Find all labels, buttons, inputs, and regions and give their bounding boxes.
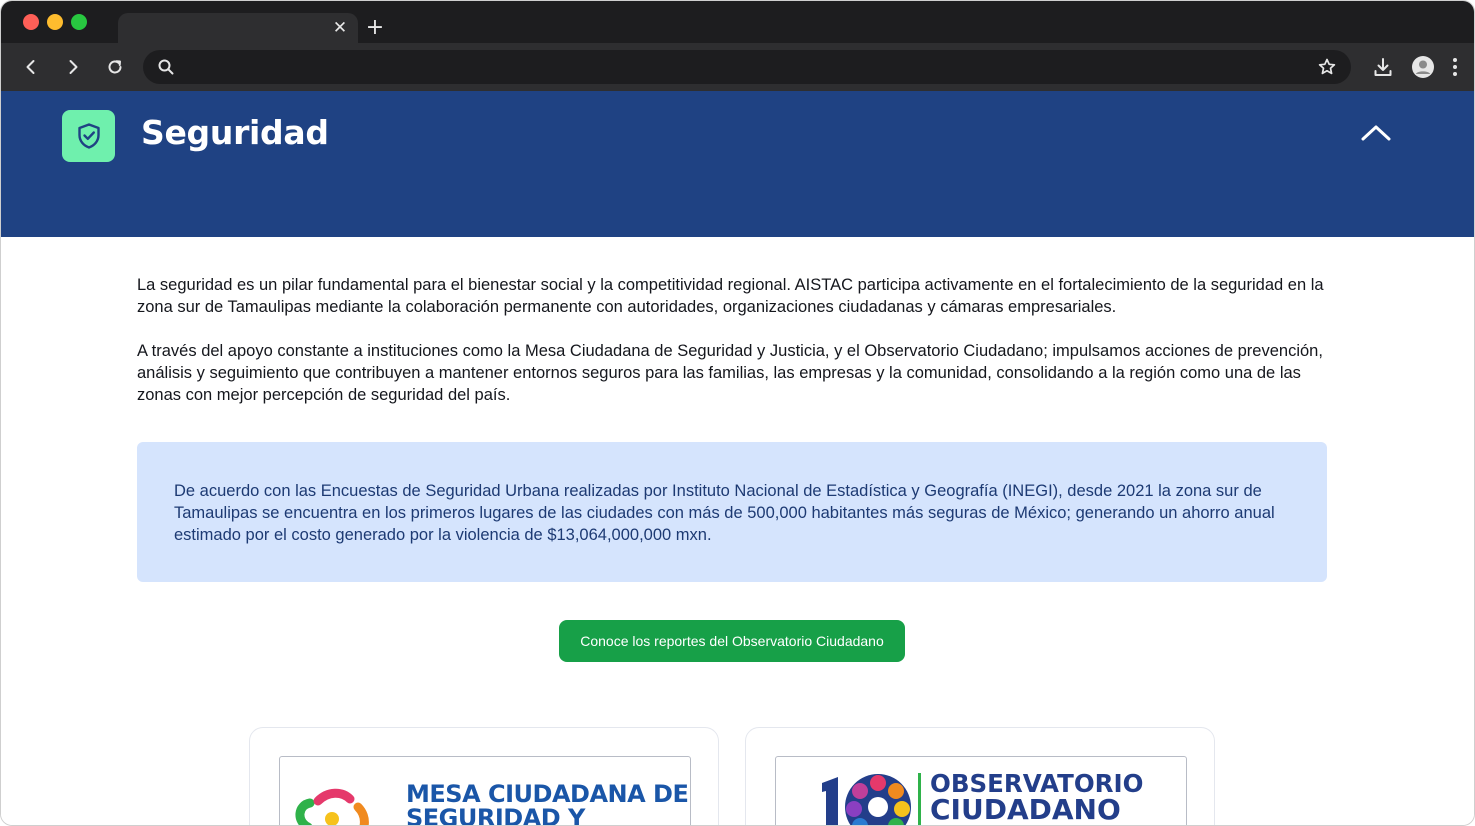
window-controls (23, 14, 87, 30)
back-icon (26, 60, 35, 74)
profile-button[interactable] (1411, 55, 1435, 79)
active-tab[interactable]: ✕ (118, 13, 358, 43)
observatorio-emblem-icon (822, 774, 911, 825)
web-page: Seguridad La seguridad es un pilar funda… (1, 91, 1474, 826)
forward-button[interactable] (61, 55, 85, 79)
inegi-callout: De acuerdo con las Encuestas de Segurida… (137, 442, 1327, 582)
reload-button[interactable] (103, 55, 127, 79)
browser-menu-button[interactable] (1443, 55, 1467, 79)
section-title: Seguridad (141, 113, 329, 152)
browser-toolbar (1, 43, 1474, 91)
mesa-logo-text: MESA CIUDADANA DE SEGURIDAD Y JUSTICIA (406, 780, 690, 826)
support-paragraph: A través del apoyo constante a instituci… (137, 342, 1323, 404)
menu-icon (1453, 58, 1457, 76)
forward-icon (69, 60, 78, 74)
observatorio-logo: OBSERVATORIO CIUDADANO (775, 756, 1187, 826)
download-icon (1374, 58, 1392, 76)
profile-icon (1412, 56, 1434, 78)
back-button[interactable] (19, 55, 43, 79)
section-header[interactable]: Seguridad (1, 91, 1474, 237)
people-circle-icon (295, 788, 369, 825)
browser-window: ✕ + Seguridad La seguridad es un pilar f… (0, 0, 1475, 826)
observatorio-card[interactable]: OBSERVATORIO CIUDADANO (745, 727, 1215, 826)
download-button[interactable] (1371, 55, 1395, 79)
mesa-ciudadana-card[interactable]: MESA CIUDADANA DE SEGURIDAD Y JUSTICIA (249, 727, 719, 826)
observatorio-reports-button[interactable]: Conoce los reportes del Observatorio Ciu… (559, 620, 905, 662)
intro-paragraph: La seguridad es un pilar fundamental par… (137, 276, 1324, 316)
close-window-button[interactable] (23, 14, 39, 30)
tab-close-icon[interactable]: ✕ (330, 18, 350, 38)
mesa-logo-line-1: MESA CIUDADANA DE (406, 780, 689, 808)
search-icon (157, 58, 175, 80)
new-tab-button[interactable]: + (363, 15, 387, 41)
mesa-ciudadana-logo: MESA CIUDADANA DE SEGURIDAD Y JUSTICIA (279, 756, 691, 826)
callout-text: De acuerdo con las Encuestas de Segurida… (174, 482, 1275, 544)
reload-icon (108, 60, 122, 74)
minimize-window-button[interactable] (47, 14, 63, 30)
maximize-window-button[interactable] (71, 14, 87, 30)
chevron-up-icon (1361, 125, 1391, 141)
tab-bar: ✕ + (1, 1, 1474, 43)
logo-divider (918, 773, 921, 825)
address-bar[interactable] (143, 50, 1351, 84)
observatorio-logo-text: OBSERVATORIO CIUDADANO (930, 771, 1143, 826)
shield-check-icon (62, 110, 115, 162)
observatorio-logo-line-2: CIUDADANO (930, 793, 1121, 826)
collapse-toggle-button[interactable] (1356, 119, 1396, 147)
bookmark-star-icon[interactable] (1317, 57, 1337, 81)
mesa-logo-line-2: SEGURIDAD Y JUSTICIA (406, 804, 585, 826)
